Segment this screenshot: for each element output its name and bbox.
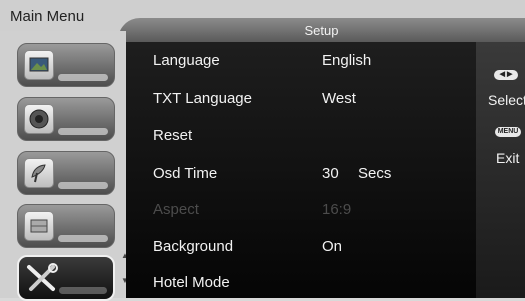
menu-row-language[interactable]: Language English xyxy=(126,46,476,76)
menu-unit: Secs xyxy=(358,165,392,182)
menu-row-background[interactable]: Background On xyxy=(126,232,476,262)
satellite-dish-icon xyxy=(24,158,54,188)
menu-label: Reset xyxy=(153,127,193,144)
menu-label: Hotel Mode xyxy=(153,274,230,291)
menu-value: On xyxy=(322,238,343,255)
tools-icon xyxy=(25,263,58,293)
menu-label: Language xyxy=(153,52,220,69)
sidebar-item-bar xyxy=(58,74,108,81)
main-menu-title: Main Menu xyxy=(10,8,85,25)
sidebar-item-bar xyxy=(58,182,108,189)
menu-label: Osd Time xyxy=(153,165,218,182)
sidebar-item-setup[interactable] xyxy=(17,255,115,301)
help-panel: ◀ ▶ Select MENU Exit xyxy=(476,42,525,298)
sidebar-item-channel[interactable] xyxy=(17,151,115,195)
sidebar-item-bar xyxy=(58,235,108,242)
speaker-icon xyxy=(24,104,54,134)
left-right-arrows-icon: ◀ ▶ xyxy=(494,70,518,80)
sidebar-item-bar xyxy=(58,128,108,135)
menu-row-txt-language[interactable]: TXT Language West xyxy=(126,84,476,114)
menu-label: TXT Language xyxy=(153,90,252,107)
setup-menu-panel: Language English TXT Language West Reset… xyxy=(126,42,476,298)
sidebar-item-bar xyxy=(59,287,107,294)
menu-row-hotel-mode[interactable]: Hotel Mode xyxy=(126,268,476,298)
menu-row-reset[interactable]: Reset xyxy=(126,121,476,151)
page-title: Setup xyxy=(304,23,339,38)
menu-label: Aspect xyxy=(153,201,199,218)
sidebar: ▲ ▼ xyxy=(0,31,129,301)
menu-row-osd-time[interactable]: Osd Time 30 Secs xyxy=(126,159,476,189)
sidebar-item-sound[interactable] xyxy=(17,97,115,141)
setup-screen: Main Menu Setup ▲ ▼ Language English TXT… xyxy=(0,0,525,301)
sidebar-item-picture[interactable] xyxy=(17,43,115,87)
menu-row-aspect: Aspect 16:9 xyxy=(126,195,476,225)
menu-value: 30 xyxy=(322,165,339,182)
header-bar: Setup xyxy=(118,18,525,42)
exit-help-label: Exit xyxy=(496,150,520,166)
select-help-label: Select xyxy=(488,92,525,108)
menu-label: Background xyxy=(153,238,234,255)
menu-key-icon: MENU xyxy=(495,127,521,137)
timer-icon xyxy=(24,211,54,241)
menu-value: 16:9 xyxy=(322,201,352,218)
picture-icon xyxy=(24,50,54,80)
menu-value: West xyxy=(322,90,356,107)
sidebar-item-time[interactable] xyxy=(17,204,115,248)
menu-value: English xyxy=(322,52,372,69)
